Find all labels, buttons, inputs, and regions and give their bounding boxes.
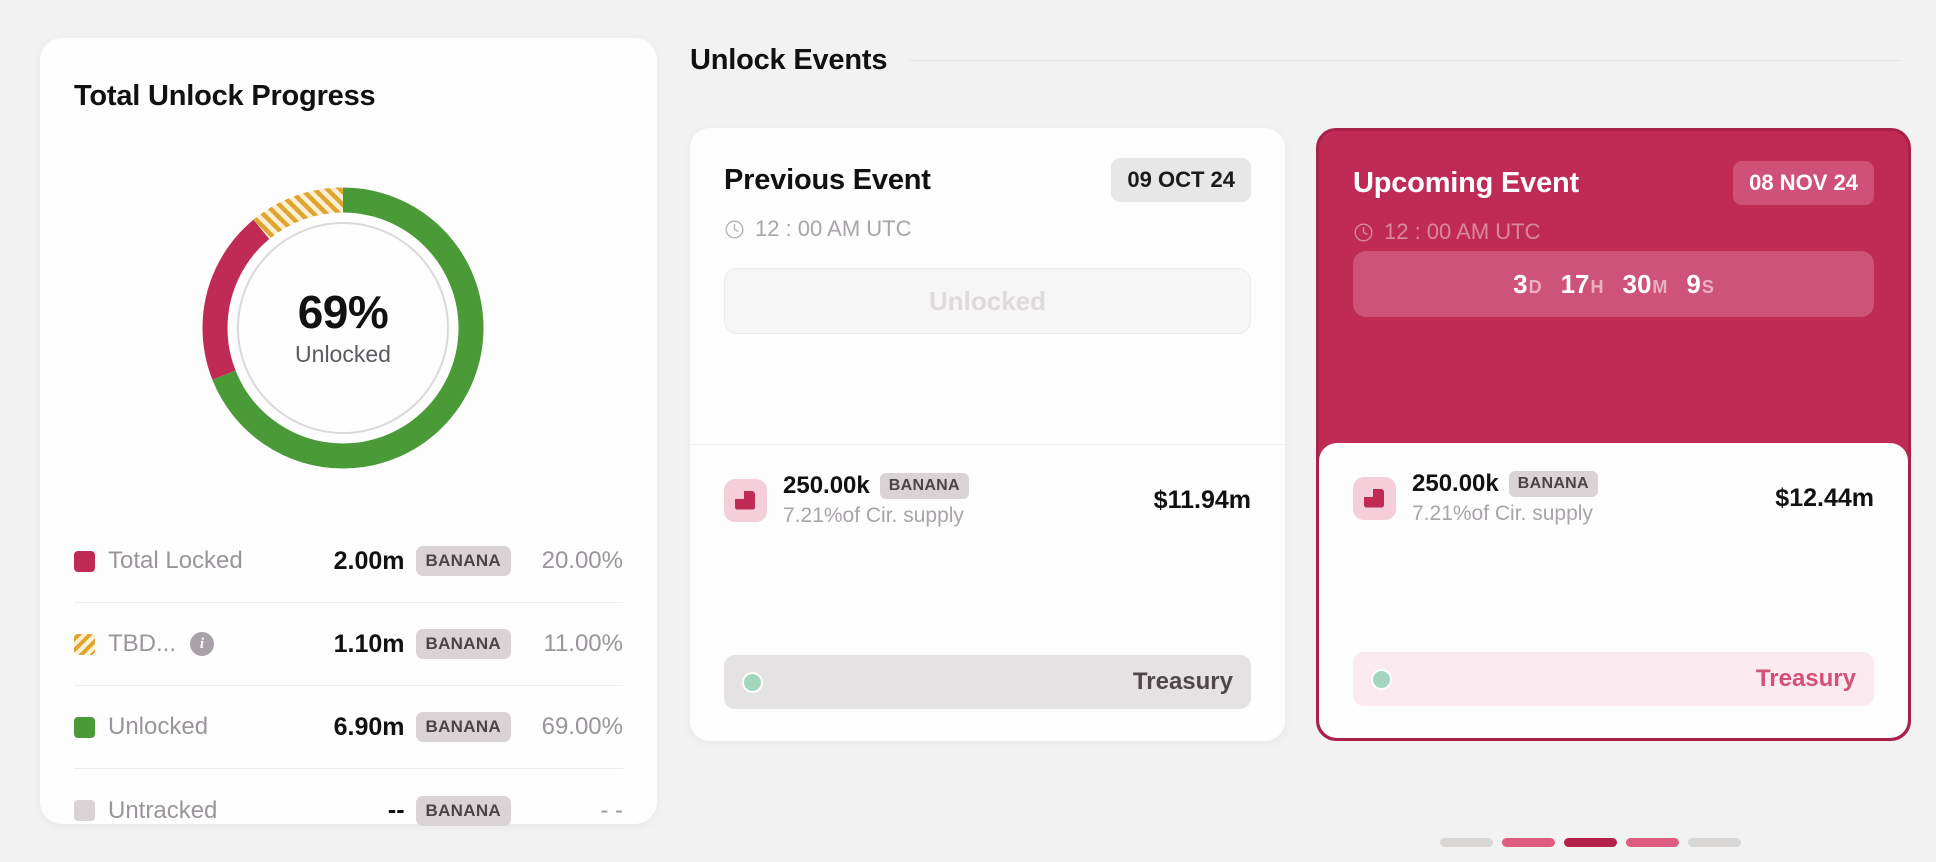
allocation-text: 250.00k BANANA 7.21%of Cir. supply [783,472,969,528]
allocation-usd-value: $11.94m [1153,485,1251,514]
token-badge: BANANA [879,473,969,499]
unlock-donut-chart: 69% Unlocked [193,178,493,478]
allocation-row: 250.00k BANANA 7.21%of Cir. supply $12.4… [1319,443,1908,526]
legend-value: 6.90m [333,712,405,741]
allocation-supply-note: 7.21%of Cir. supply [1412,502,1593,525]
legend-row-untracked[interactable]: Untracked -- BANANA - - [74,769,623,852]
unlock-legend: Total Locked 2.00m BANANA 20.00% TBD... … [74,520,623,852]
total-unlock-progress-card: Total Unlock Progress 69% Unlocked Total… [40,38,657,826]
section-title: Unlock Events [690,44,888,76]
event-name: Upcoming Event [1353,166,1579,199]
legend-label: Unlocked [108,713,209,740]
clock-icon [1354,222,1373,242]
allocation-token-icon [724,478,767,522]
unlock-events-header: Unlock Events [690,44,1900,77]
pagination-dot-4[interactable] [1626,838,1679,847]
legend-label: TBD... [108,630,177,657]
tag-label: Treasury [1132,668,1233,695]
allocation-amount-row: 250.00k BANANA [783,472,969,500]
unlock-dashboard: Total Unlock Progress 69% Unlocked Total… [0,0,1936,862]
allocation-usd-value: $12.44m [1775,483,1874,512]
legend-percent: 11.00% [543,630,623,657]
allocation-amount: 250.00k [783,472,870,499]
countdown-minutes-unit: M [1652,276,1668,297]
legend-row-total-locked[interactable]: Total Locked 2.00m BANANA 20.00% [74,520,623,603]
previous-event-header: Previous Event 09 OCT 24 12 : 00 AM UTC … [690,128,1285,334]
legend-swatch-icon [74,800,95,821]
token-badge: BANANA [415,712,511,742]
token-badge: BANANA [415,795,511,826]
upcoming-event-body: 250.00k BANANA 7.21%of Cir. supply $12.4… [1319,443,1908,738]
legend-percent: 20.00% [541,547,623,574]
upcoming-event-header: Upcoming Event 08 NOV 24 12 : 00 AM UTC … [1319,131,1908,343]
allocation-row: 250.00k BANANA 7.21%of Cir. supply $11.9… [690,445,1285,528]
legend-value: 1.10m [333,629,405,658]
allocation-text: 250.00k BANANA 7.21%of Cir. supply [1412,470,1598,526]
pagination-dot-1[interactable] [1440,838,1493,847]
legend-swatch-striped-icon [74,633,95,655]
event-countdown-timer: 3D 17H 30M 9S [1353,251,1874,317]
countdown-seconds-unit: S [1701,276,1714,297]
page-title: Total Unlock Progress [74,80,376,112]
countdown-days-unit: D [1528,276,1542,297]
allocation-token-icon [1353,476,1396,520]
previous-event-card[interactable]: Previous Event 09 OCT 24 12 : 00 AM UTC … [690,128,1285,741]
info-icon[interactable]: i [190,632,215,656]
header-divider [909,60,1900,61]
clock-icon [725,219,744,239]
event-date-badge: 09 OCT 24 [1111,158,1251,202]
allocation-tag-bar[interactable]: Treasury [724,655,1251,709]
upcoming-event-time-row: 12 : 00 AM UTC [1353,219,1874,245]
legend-row-tbd[interactable]: TBD... i 1.10m BANANA 11.00% [74,603,623,686]
pagination-dot-2[interactable] [1502,838,1555,847]
previous-event-title-row: Previous Event 09 OCT 24 [724,158,1251,202]
token-badge: BANANA [1508,471,1598,497]
pagination-dot-3[interactable] [1564,838,1617,847]
countdown-minutes: 30M [1622,268,1668,299]
allocation-amount-row: 250.00k BANANA [1412,470,1598,498]
legend-swatch-icon [74,550,95,572]
allocation-amount: 250.00k [1412,470,1499,497]
legend-label: Untracked [108,796,218,824]
tag-dot-icon [742,671,763,693]
donut-svg [202,187,484,469]
previous-event-body: 250.00k BANANA 7.21%of Cir. supply $11.9… [690,444,1285,741]
tag-label: Treasury [1755,665,1856,692]
event-time: 12 : 00 AM UTC [1384,219,1541,244]
legend-value: 2.00m [333,546,405,575]
legend-percent: - - [600,796,623,824]
legend-value: -- [387,796,405,824]
countdown-seconds: 9S [1686,268,1714,299]
previous-event-time-row: 12 : 00 AM UTC [724,216,1251,242]
legend-percent: 69.00% [541,713,623,740]
token-badge: BANANA [415,629,511,659]
legend-label: Total Locked [108,547,243,574]
upcoming-event-title-row: Upcoming Event 08 NOV 24 [1353,161,1874,205]
event-status-box: Unlocked [724,268,1251,334]
allocation-tag-bar[interactable]: Treasury [1353,652,1874,706]
upcoming-event-card[interactable]: Upcoming Event 08 NOV 24 12 : 00 AM UTC … [1316,128,1911,741]
token-badge: BANANA [415,546,511,576]
legend-swatch-icon [74,716,95,738]
legend-row-unlocked[interactable]: Unlocked 6.90m BANANA 69.00% [74,686,623,769]
countdown-hours-unit: H [1590,276,1604,297]
countdown-hours: 17H [1560,268,1604,299]
tag-dot-icon [1371,668,1392,690]
event-date-badge: 08 NOV 24 [1733,161,1874,205]
carousel-pagination[interactable] [1440,838,1741,847]
countdown-days: 3D [1513,268,1542,299]
event-name: Previous Event [724,163,931,196]
pagination-dot-5[interactable] [1688,838,1741,847]
event-status-label: Unlocked [928,285,1047,316]
allocation-supply-note: 7.21%of Cir. supply [783,504,964,527]
event-time: 12 : 00 AM UTC [755,216,912,241]
